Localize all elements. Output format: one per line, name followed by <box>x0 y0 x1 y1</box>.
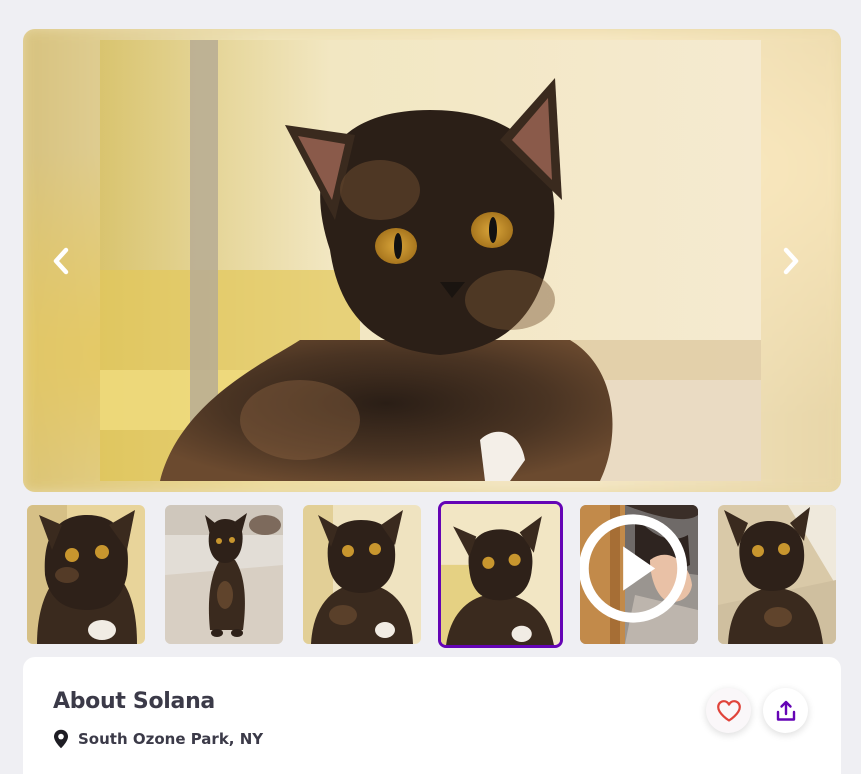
favorite-button[interactable] <box>706 688 751 733</box>
next-photo-button[interactable] <box>775 245 807 277</box>
pet-profile-page: About Solana South Ozone Park, NY <box>0 0 861 774</box>
thumbnail-photo <box>27 505 145 644</box>
chevron-right-icon <box>783 247 799 275</box>
heart-icon <box>716 699 741 722</box>
main-pet-photo[interactable] <box>100 40 761 481</box>
previous-photo-button[interactable] <box>45 245 77 277</box>
location-row: South Ozone Park, NY <box>53 729 263 749</box>
photo-gallery <box>23 29 841 492</box>
chevron-left-icon <box>53 247 69 275</box>
thumbnail-photo <box>303 505 421 644</box>
map-pin-icon <box>54 729 68 749</box>
thumbnail-photo <box>441 504 560 645</box>
cat-photo-illustration <box>100 40 761 481</box>
share-icon <box>776 700 795 721</box>
thumbnail-photo <box>718 505 836 644</box>
thumbnail-photo <box>165 505 283 644</box>
location-text: South Ozone Park, NY <box>78 730 264 748</box>
thumbnail-6[interactable] <box>718 505 836 644</box>
play-icon <box>580 514 688 623</box>
thumbnail-1[interactable] <box>27 505 145 644</box>
thumbnail-3[interactable] <box>303 505 421 644</box>
thumbnail-4-selected[interactable] <box>438 501 563 648</box>
thumbnail-5-video[interactable] <box>580 505 698 644</box>
about-card: About Solana South Ozone Park, NY <box>23 657 841 774</box>
thumbnail-2[interactable] <box>165 505 283 644</box>
thumbnail-strip <box>27 501 841 648</box>
share-button[interactable] <box>763 688 808 733</box>
about-title: About Solana <box>53 689 215 714</box>
